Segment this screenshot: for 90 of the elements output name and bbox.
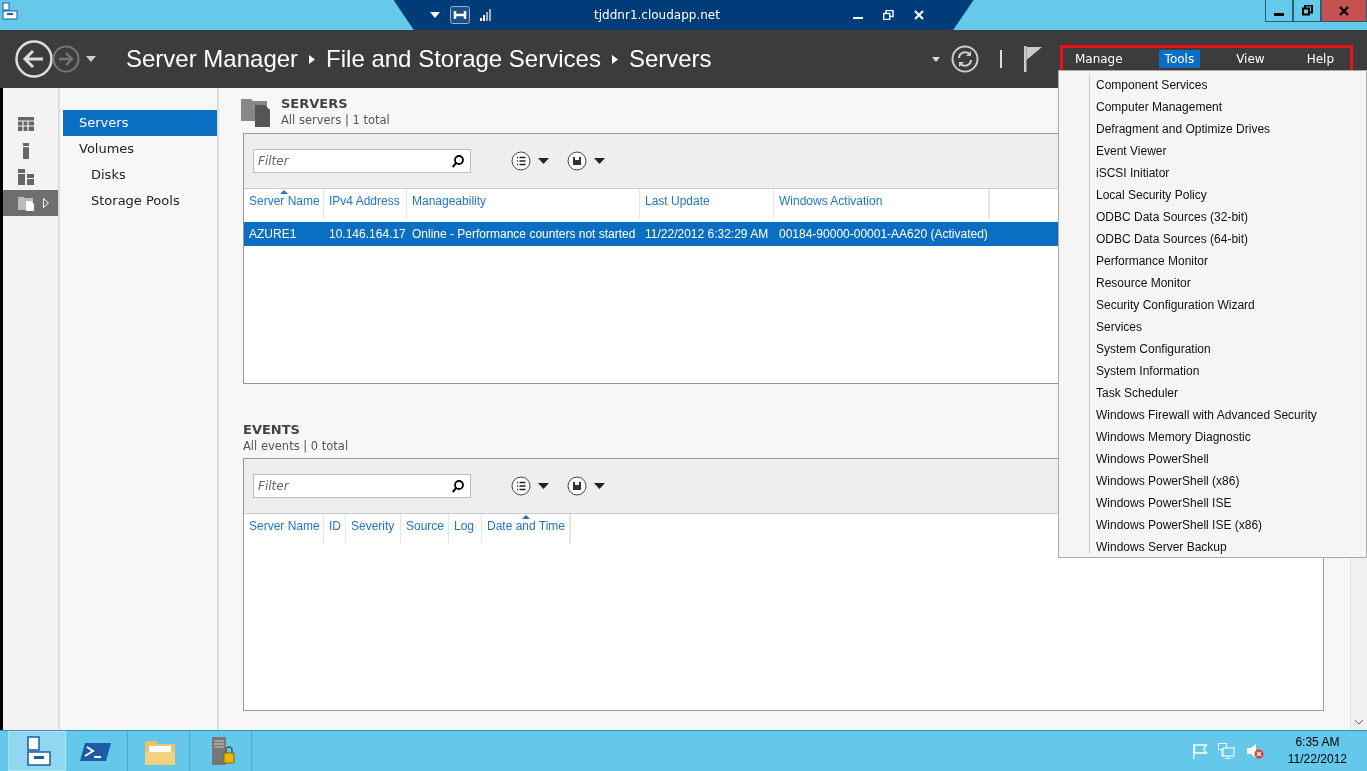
column-header[interactable]: Last Update: [640, 189, 774, 219]
column-header[interactable]: ID: [324, 514, 346, 544]
sort-icon: [279, 190, 288, 194]
save-options-icon[interactable]: [567, 151, 605, 171]
caret-icon[interactable]: [429, 12, 440, 18]
breadcrumb-item[interactable]: Servers: [628, 45, 712, 73]
menu-button[interactable]: Help: [1300, 50, 1340, 68]
menu-item[interactable]: Windows PowerShell ISE (x86): [1059, 514, 1366, 536]
table-cell-text: AZURE1: [248, 227, 298, 241]
muted-speaker-icon[interactable]: [1245, 743, 1264, 759]
column-header[interactable]: Source: [401, 514, 449, 544]
chevron-icon: [611, 54, 618, 64]
menu-button[interactable]: Manage: [1068, 50, 1129, 68]
menu-item[interactable]: Services: [1059, 316, 1366, 338]
refresh-button[interactable]: [950, 45, 979, 73]
column-header[interactable]: Manageability: [407, 189, 640, 219]
column-header[interactable]: Server Name: [244, 514, 324, 544]
chevron-icon: [309, 54, 316, 64]
caret-icon[interactable]: [86, 56, 96, 62]
column-header[interactable]: IPv4 Address: [324, 189, 407, 219]
folders-icon[interactable]: [18, 195, 34, 211]
connection-title: tjddnr1.cloudapp.net: [593, 8, 721, 22]
filter-field[interactable]: Filter: [253, 149, 471, 173]
clock[interactable]: 6:35 AM 11/22/2012: [1287, 734, 1347, 768]
menu-item[interactable]: Computer Management: [1059, 96, 1366, 118]
save-options-icon[interactable]: [567, 476, 605, 496]
column-header[interactable]: Date and Time: [482, 514, 570, 544]
nav-item[interactable]: Storage Pools: [63, 188, 217, 214]
menu-item[interactable]: System Information: [1059, 360, 1366, 382]
menu-item[interactable]: Defragment and Optimize Drives: [1059, 118, 1366, 140]
close-icon[interactable]: [1339, 5, 1349, 16]
forward-button[interactable]: [52, 45, 80, 73]
pin-icon[interactable]: [449, 6, 470, 24]
restore-button[interactable]: [1293, 0, 1321, 22]
minimize-button[interactable]: [1265, 0, 1293, 22]
sort-icon: [521, 515, 530, 519]
menu-item[interactable]: Performance Monitor: [1059, 250, 1366, 272]
menu-item[interactable]: Event Viewer: [1059, 140, 1366, 162]
menu-item[interactable]: System Configuration: [1059, 338, 1366, 360]
signal-icon: [479, 9, 492, 21]
sidebar-item[interactable]: [3, 190, 58, 216]
column-header[interactable]: Severity: [346, 514, 401, 544]
menu-item[interactable]: Local Security Policy: [1059, 184, 1366, 206]
section-title: EVENTS: [243, 422, 301, 437]
folder-icon: [241, 96, 273, 128]
search-icon[interactable]: [452, 480, 464, 493]
menu-item[interactable]: Task Scheduler: [1059, 382, 1366, 404]
table-cell-text: 10.146.164.17: [328, 227, 407, 241]
table-cell-text: Online - Performance counters not started: [411, 227, 637, 241]
table-cell-text: 00184-90000-00001-AA620 (Activated): [778, 227, 989, 241]
column-header[interactable]: Server Name: [244, 189, 324, 219]
section-subtitle[interactable]: All events | 0 total: [243, 439, 349, 453]
restore-icon[interactable]: [882, 10, 894, 20]
menu-item[interactable]: Windows Server Backup: [1059, 536, 1366, 558]
scroll-down-icon[interactable]: [1354, 719, 1364, 725]
menu-button[interactable]: Tools: [1158, 50, 1201, 68]
menu-item[interactable]: Windows Firewall with Advanced Security: [1059, 404, 1366, 426]
section-subtitle[interactable]: All servers | 1 total: [281, 113, 390, 127]
table-cell-text: 11/22/2012 6:32:29 AM: [644, 227, 770, 241]
column-header[interactable]: Windows Activation: [774, 189, 989, 219]
menu-item[interactable]: Resource Monitor: [1059, 272, 1366, 294]
menu-item[interactable]: Windows PowerShell: [1059, 448, 1366, 470]
restore-icon[interactable]: [1301, 5, 1313, 16]
app-icon: [0, 1, 20, 21]
separator-icon: [999, 50, 1002, 68]
menu-item[interactable]: Windows PowerShell (x86): [1059, 470, 1366, 492]
filter-field[interactable]: Filter: [253, 474, 471, 498]
expand-icon[interactable]: [43, 198, 49, 208]
menu-item[interactable]: Security Configuration Wizard: [1059, 294, 1366, 316]
list-options-icon[interactable]: [511, 476, 549, 496]
column-header[interactable]: Log: [449, 514, 482, 544]
search-icon[interactable]: [452, 155, 464, 168]
close-button[interactable]: [1321, 0, 1367, 22]
servers-icon[interactable]: [18, 169, 34, 185]
back-button[interactable]: [15, 40, 53, 78]
nav-item[interactable]: Disks: [63, 162, 217, 188]
section-title: SERVERS: [281, 96, 349, 111]
menu-item[interactable]: Windows Memory Diagnostic: [1059, 426, 1366, 448]
nav-item[interactable]: Volumes: [63, 136, 217, 162]
breadcrumb-item[interactable]: File and Storage Services: [326, 45, 601, 73]
menu-button[interactable]: View: [1230, 50, 1271, 68]
list-options-icon[interactable]: [511, 151, 549, 171]
flag-icon[interactable]: [1022, 46, 1043, 72]
breadcrumb-item[interactable]: Server Manager: [126, 45, 299, 73]
caret-icon[interactable]: [931, 56, 940, 62]
grid-icon[interactable]: [18, 117, 34, 133]
menu-item[interactable]: iSCSI Initiator: [1059, 162, 1366, 184]
nav-item[interactable]: Servers: [63, 110, 217, 136]
menu-item[interactable]: Windows PowerShell ISE: [1059, 492, 1366, 514]
menu-item[interactable]: Component Services: [1059, 74, 1366, 96]
